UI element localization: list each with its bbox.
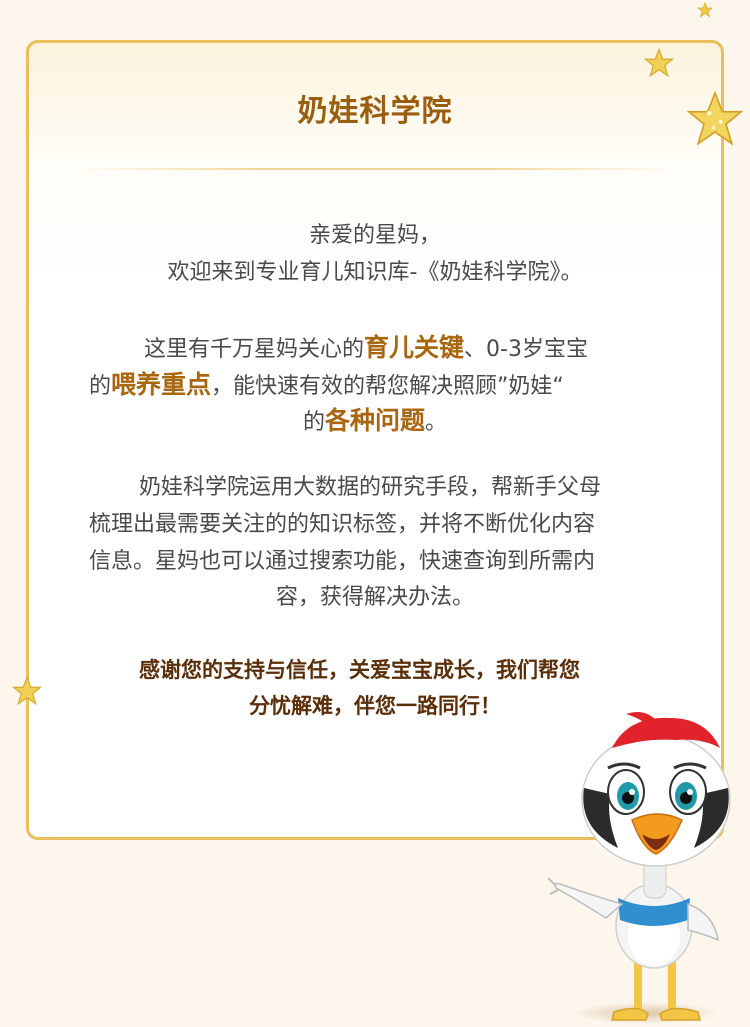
para1-text: 的	[89, 374, 112, 399]
greeting-line-2: 欢迎来到专业育儿知识库-《奶娃科学院》。	[167, 260, 583, 285]
para1-text: 这里有千万星妈关心的	[144, 337, 365, 362]
para1-text: 、0-3岁宝宝	[464, 337, 588, 362]
page: 奶娃科学院 亲爱的星妈， 欢迎来到专业育儿知识库-《奶娃科学院》。 这里有千万星…	[0, 0, 750, 1027]
mascot-bird	[548, 712, 731, 1021]
para2-line-1: 奶娃科学院运用大数据的研究手段，帮新手父母	[139, 475, 602, 500]
para2-line-3: 信息。星妈也可以通过搜索功能，快速查询到所需内	[89, 549, 596, 574]
para1-text: 的	[302, 410, 325, 435]
closing-line-1: 感谢您的支持与信任，关爱宝宝成长，我们帮您	[139, 658, 580, 682]
star-icon	[697, 2, 713, 18]
para2-line-4: 容，获得解决办法。	[275, 585, 474, 610]
para1-text: ，能快速有效的帮您解决照顾”奶娃“	[211, 374, 564, 399]
para1-line-3: 的各种问题。	[29, 403, 721, 441]
title-divider	[79, 168, 671, 170]
star-icon	[644, 48, 674, 78]
highlight-parenting-key: 育儿关键	[364, 333, 465, 362]
star-icon	[686, 90, 744, 146]
star-icon	[12, 676, 42, 706]
para1-text: 。	[425, 410, 448, 435]
highlight-various-problems: 各种问题	[324, 406, 425, 435]
para2-line-2: 梳理出最需要关注的的知识标签，并将不断优化内容	[89, 512, 596, 537]
para1-line-2: 的喂养重点，能快速有效的帮您解决照顾”奶娃“	[89, 367, 564, 405]
greeting-line-1: 亲爱的星妈，	[308, 223, 441, 248]
page-title: 奶娃科学院	[297, 94, 453, 129]
highlight-feeding-focus: 喂养重点	[111, 370, 212, 399]
para1-line-1: 这里有千万星妈关心的育儿关键、0-3岁宝宝	[144, 330, 588, 368]
